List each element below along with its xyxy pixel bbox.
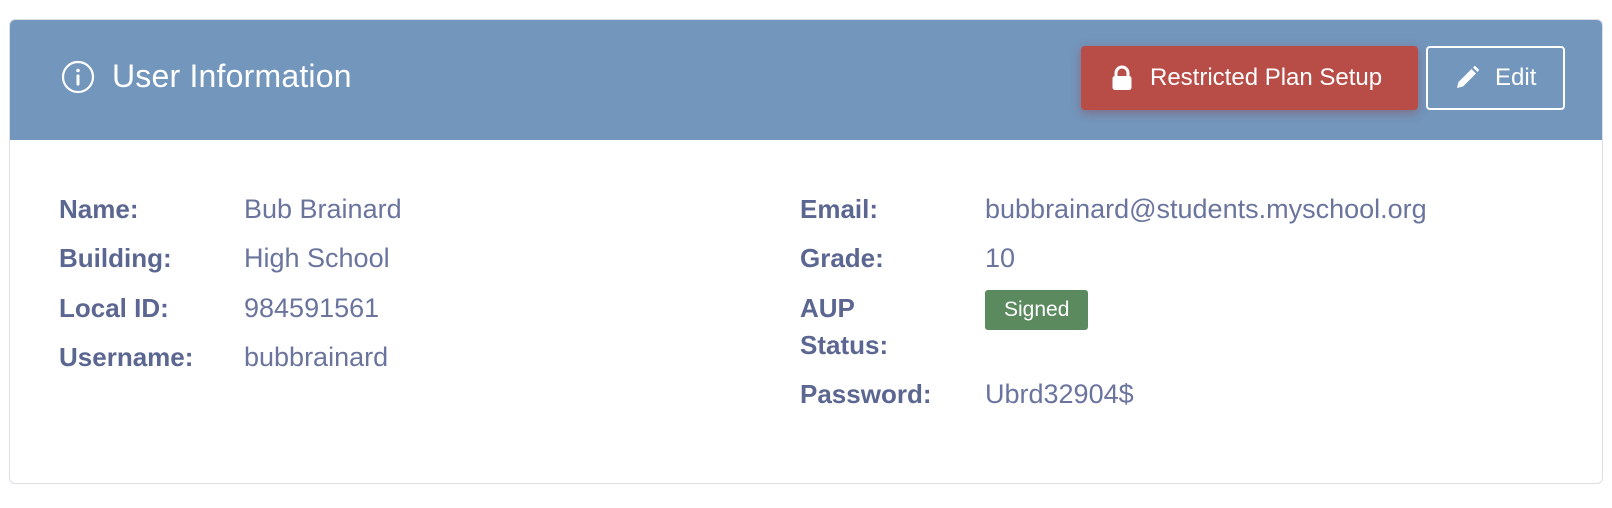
username-label: Username: — [59, 342, 194, 372]
user-information-card: User Information Restricted Plan Setup E… — [9, 19, 1603, 484]
aup-status-label-line1: AUP — [800, 293, 855, 323]
edit-label: Edit — [1495, 64, 1537, 91]
card-body: Name: Bub Brainard Building: High School… — [10, 140, 1602, 483]
status-badge: Signed — [985, 290, 1089, 330]
name-label: Name: — [59, 194, 139, 224]
building-value: High School — [244, 243, 390, 273]
password-value: Ubrd32904$ — [985, 379, 1134, 409]
page-title: User Information — [112, 58, 352, 94]
password-label: Password: — [800, 379, 932, 409]
aup-status-label-line2: Status: — [800, 330, 889, 360]
info-circle-icon — [61, 60, 95, 94]
email-label: Email: — [800, 194, 879, 224]
local-id-label: Local ID: — [59, 293, 169, 323]
email-value: bubbrainard@students.myschool.org — [985, 194, 1427, 224]
lock-icon — [1109, 65, 1135, 91]
grade-value: 10 — [985, 243, 1016, 273]
username-value: bubbrainard — [244, 342, 389, 372]
header-title: User Information — [61, 58, 352, 95]
restricted-plan-setup-label: Restricted Plan Setup — [1150, 64, 1383, 91]
pencil-icon — [1454, 65, 1480, 91]
card-header: User Information Restricted Plan Setup E… — [10, 20, 1602, 140]
grade-label: Grade: — [800, 243, 884, 273]
building-label: Building: — [59, 243, 172, 273]
restricted-plan-setup-button[interactable]: Restricted Plan Setup — [1081, 46, 1418, 110]
name-value: Bub Brainard — [244, 194, 402, 224]
edit-button[interactable]: Edit — [1426, 46, 1565, 110]
local-id-value: 984591561 — [244, 293, 380, 323]
